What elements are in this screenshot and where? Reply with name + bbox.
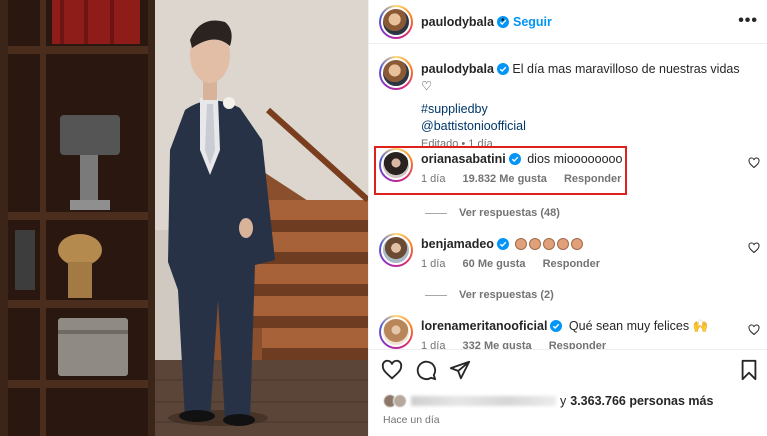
verified-badge-icon (550, 320, 563, 332)
action-icons (381, 359, 471, 381)
comment-username[interactable]: orianasabatini (421, 152, 506, 166)
heart-icon[interactable] (381, 359, 403, 381)
view-replies-label[interactable]: Ver respuestas (2) (459, 289, 554, 301)
likes-prefix: y (560, 394, 567, 408)
caption-mention[interactable]: @battistonioofficial (421, 118, 751, 135)
follow-button[interactable]: Seguir (513, 15, 552, 29)
author-username-text[interactable]: paulodybala (421, 15, 494, 29)
caption-avatar-image (381, 58, 411, 88)
comment-heart-icon[interactable] (748, 324, 760, 336)
comment-body: benjamadeo (421, 237, 585, 251)
comment-avatar-image (381, 150, 411, 180)
post-header: paulodybala • Seguir ••• (369, 0, 767, 44)
clap-emoji-icon (515, 238, 528, 250)
likes-summary[interactable]: y 3.363.766 personas más (383, 394, 713, 408)
post-photo-illustration (0, 0, 368, 436)
comment-meta: 1 día 60 Me gusta Responder (421, 258, 614, 270)
comment-avatar[interactable] (379, 148, 413, 182)
comment-body: lorenameritanooficial Qué sean muy felic… (421, 319, 708, 334)
comment-likes[interactable]: 19.832 Me gusta (463, 173, 547, 185)
caption-hashtag[interactable]: #suppliedby (421, 101, 751, 118)
view-replies-button[interactable]: Ver respuestas (48) (425, 207, 560, 219)
clap-emoji-icon (557, 238, 570, 250)
header-separator: • (501, 15, 505, 26)
post-actions: y 3.363.766 personas más Hace un día (369, 349, 767, 436)
post-panel: paulodybala • Seguir ••• paulodybala El … (368, 0, 767, 436)
view-replies-button[interactable]: Ver respuestas (2) (425, 289, 554, 301)
clap-emoji-icon (571, 238, 584, 250)
comment-avatar[interactable] (379, 233, 413, 267)
liker-avatars (383, 394, 407, 408)
caption-text-block: paulodybala El día mas maravilloso de nu… (421, 61, 751, 153)
author-avatar-image (381, 7, 411, 37)
caption-username[interactable]: paulodybala (421, 62, 494, 76)
view-replies-label[interactable]: Ver respuestas (48) (459, 207, 560, 219)
liker-avatar (393, 394, 407, 408)
bookmark-icon[interactable] (738, 359, 760, 381)
comment-heart-icon[interactable] (748, 242, 760, 254)
comment-text: dios mioooooooo (527, 152, 623, 166)
clap-emoji-icon (529, 238, 542, 250)
clapping-emoji-group (515, 237, 585, 251)
post-timestamp: Hace un día (383, 414, 440, 426)
post-photo[interactable] (0, 0, 368, 436)
comment-avatar[interactable] (379, 315, 413, 349)
share-icon[interactable] (449, 359, 471, 381)
save-button[interactable] (738, 359, 760, 384)
comment-avatar-image (381, 317, 411, 347)
comment-username[interactable]: benjamadeo (421, 237, 494, 251)
caption-meta: Editado • 1 día (421, 138, 493, 150)
likes-count[interactable]: 3.363.766 personas más (570, 394, 713, 408)
instagram-post: paulodybala • Seguir ••• paulodybala El … (0, 0, 767, 436)
author-username[interactable]: paulodybala (421, 15, 509, 29)
more-options-icon[interactable]: ••• (738, 12, 758, 30)
comment-heart-icon[interactable] (748, 157, 760, 169)
author-avatar[interactable] (379, 5, 413, 39)
comment-username[interactable]: lorenameritanooficial (421, 319, 547, 333)
verified-badge-icon (496, 238, 509, 250)
verified-badge-icon (508, 153, 521, 165)
comment-meta: 1 día 19.832 Me gusta Responder (421, 173, 635, 185)
comment-avatar-image (381, 235, 411, 265)
comment-body: orianasabatini dios mioooooooo (421, 152, 622, 166)
reply-button[interactable]: Responder (564, 173, 621, 185)
replies-divider (425, 294, 447, 296)
comment-likes[interactable]: 60 Me gusta (463, 258, 526, 270)
verified-badge-icon (496, 63, 509, 75)
reply-button[interactable]: Responder (543, 258, 600, 270)
comment-text: Qué sean muy felices 🙌 (568, 319, 709, 333)
comment-time: 1 día (421, 173, 446, 185)
blurred-liker-names (411, 396, 556, 406)
caption-avatar[interactable] (379, 56, 413, 90)
replies-divider (425, 212, 447, 214)
clap-emoji-icon (543, 238, 556, 250)
comment-icon[interactable] (415, 359, 437, 381)
comment-time: 1 día (421, 258, 446, 270)
